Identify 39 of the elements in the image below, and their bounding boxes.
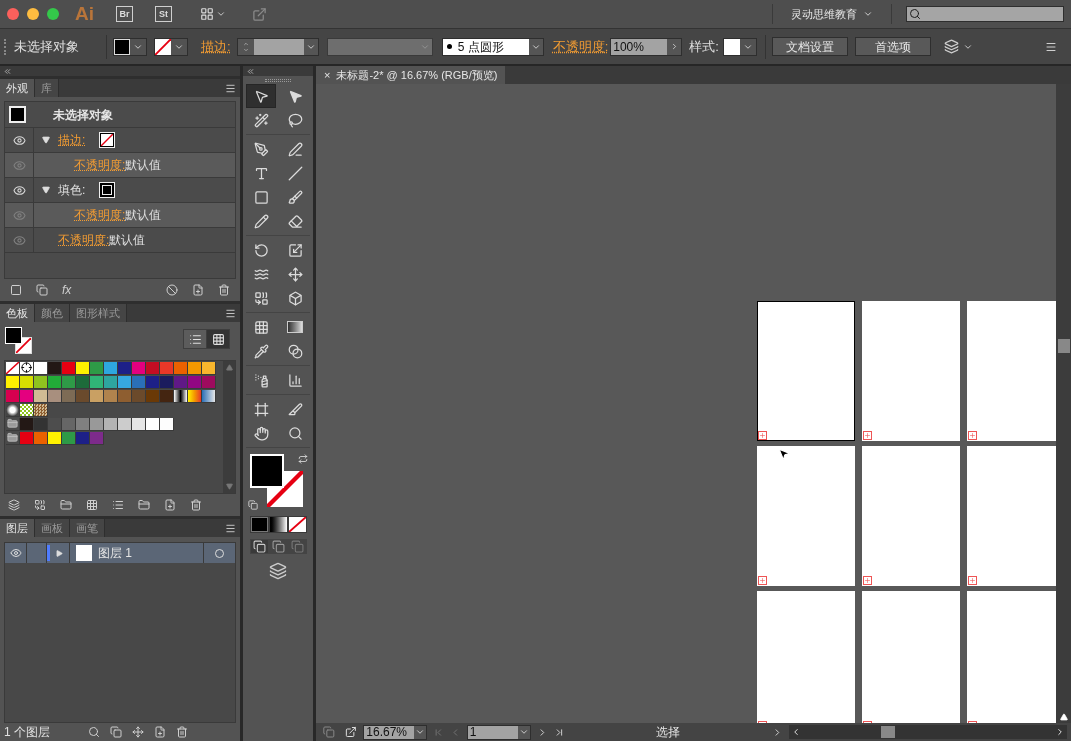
stroke-link[interactable]: 描边: bbox=[201, 36, 231, 57]
panel-tab[interactable]: 外观 bbox=[0, 79, 35, 97]
workspace-switcher[interactable]: 灵动思维教育 bbox=[781, 5, 883, 23]
layer-count: 1 个图层 bbox=[4, 724, 50, 741]
panel-tab[interactable]: 图层 bbox=[0, 519, 35, 537]
appearance-title: 未选择对象 bbox=[53, 106, 113, 124]
attribute-value: 默认值 bbox=[109, 232, 146, 249]
panel-tab[interactable]: 图形样式 bbox=[70, 304, 127, 322]
style-label: 样式: bbox=[689, 37, 719, 56]
attribute-value: 默认值 bbox=[125, 157, 162, 174]
panel-tab[interactable]: 画笔 bbox=[70, 519, 105, 537]
opacity-link[interactable]: 不透明度: bbox=[552, 36, 609, 57]
toolbar-button[interactable]: 文档设置 bbox=[771, 37, 848, 56]
panel-tab[interactable]: 色板 bbox=[0, 304, 35, 322]
close-tab-button[interactable]: × bbox=[324, 66, 331, 84]
attribute-link[interactable]: 不透明度: bbox=[58, 231, 110, 249]
app-logo: Ai bbox=[75, 1, 94, 26]
layer-name: 图层 1 bbox=[98, 545, 133, 562]
attribute-link[interactable]: 不透明度: bbox=[74, 206, 126, 224]
attribute-link[interactable]: 不透明度: bbox=[74, 156, 126, 174]
zoom-field[interactable]: 16.67% bbox=[363, 724, 428, 740]
panel-tab[interactable]: 画板 bbox=[35, 519, 70, 537]
brush-dropdown[interactable]: 5 点圆形 bbox=[441, 37, 544, 56]
toolbar-button[interactable]: 首选项 bbox=[854, 37, 931, 56]
status-text[interactable]: 选择 bbox=[570, 723, 767, 741]
opacity-field[interactable]: 100% bbox=[610, 37, 683, 56]
selection-status: 未选择对象 bbox=[14, 37, 80, 56]
panel-tab[interactable]: 库 bbox=[35, 79, 59, 97]
document-tab[interactable]: × 未标题-2* @ 16.67% (RGB/预览) bbox=[316, 66, 506, 84]
artboard-field[interactable]: 1 bbox=[466, 724, 531, 740]
panel-tab[interactable]: 颜色 bbox=[35, 304, 70, 322]
attribute-value: 默认值 bbox=[125, 207, 162, 224]
attribute-label: 填色: bbox=[58, 182, 86, 199]
document-title: 未标题-2* @ 16.67% (RGB/预览) bbox=[336, 67, 498, 83]
layer-row[interactable]: 图层 1 bbox=[5, 543, 235, 563]
fx-button[interactable]: fx bbox=[62, 281, 72, 299]
app-launcher-button[interactable]: St bbox=[155, 6, 172, 22]
app-launcher-button[interactable]: Br bbox=[116, 6, 133, 22]
attribute-link[interactable]: 描边: bbox=[58, 131, 86, 149]
